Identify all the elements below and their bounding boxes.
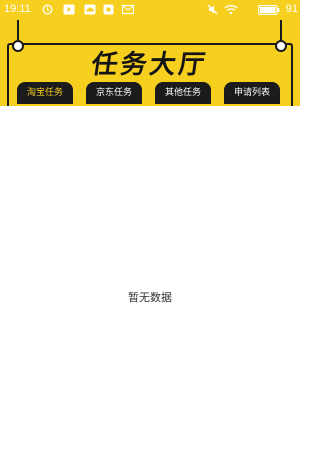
tab-jd-tasks[interactable]: 京东任务 <box>86 82 142 104</box>
battery-icon <box>258 5 280 18</box>
tab-application-list[interactable]: 申请列表 <box>224 82 280 104</box>
video-icon <box>63 4 75 18</box>
header-banner: 任务大厅 淘宝任务 京东任务 其他任务 申请列表 <box>0 20 300 111</box>
mute-icon <box>207 4 218 18</box>
alarm-icon <box>42 4 53 18</box>
status-time: 19:11 <box>4 3 31 15</box>
screen: 19:11 91 任务大厅 淘宝任务 京东任务 其他任务 申请列表 暂无数据 <box>0 0 300 465</box>
wifi-icon <box>224 4 238 18</box>
empty-state-message: 暂无数据 <box>128 291 172 304</box>
app-icon <box>103 4 114 18</box>
tab-other-tasks[interactable]: 其他任务 <box>155 82 211 104</box>
page-title: 任务大厅 <box>89 50 210 80</box>
status-bar: 19:11 91 <box>0 0 300 20</box>
task-list-area: 暂无数据 <box>0 106 300 465</box>
tab-taobao-tasks[interactable]: 淘宝任务 <box>17 82 73 104</box>
envelope-icon <box>121 4 135 18</box>
battery-percentage: 91 <box>285 3 298 15</box>
cloud-icon <box>84 4 96 18</box>
